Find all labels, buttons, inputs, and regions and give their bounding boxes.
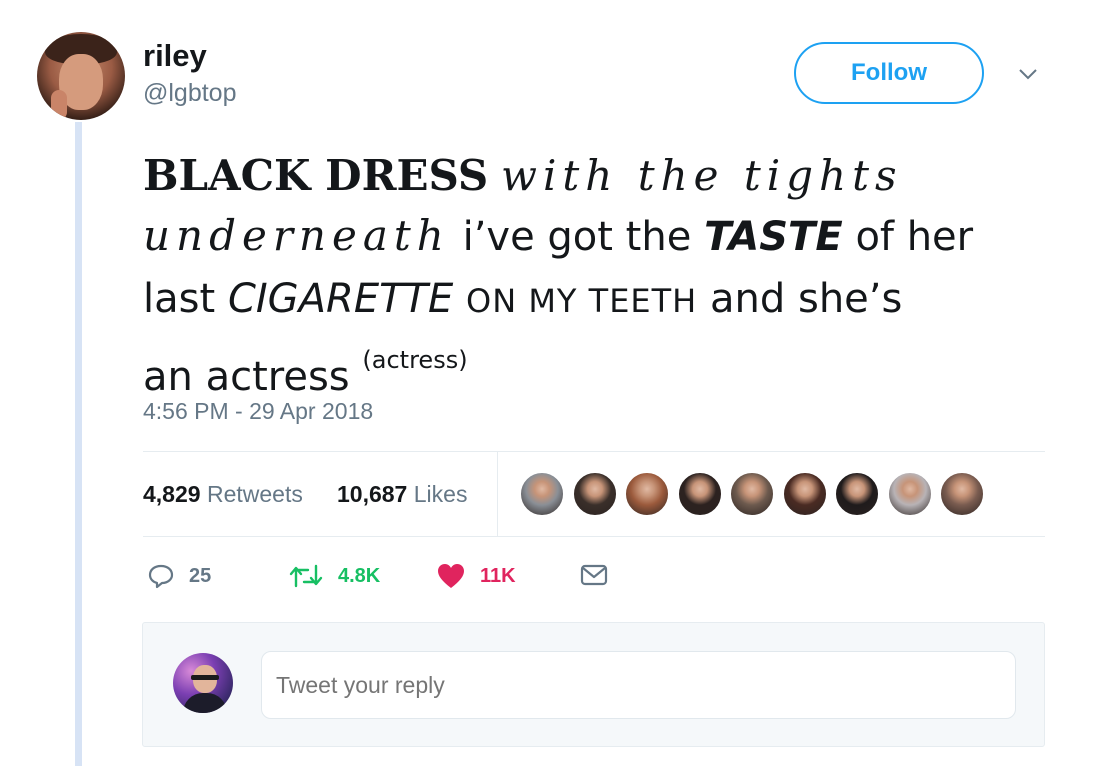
chevron-down-icon[interactable] [1016, 62, 1040, 86]
reply-icon [148, 564, 174, 589]
liker-avatar[interactable] [677, 472, 722, 516]
text-segment: TASTE [704, 214, 843, 260]
liker-avatar[interactable] [625, 472, 669, 516]
author-handle[interactable]: @lgbtop [143, 79, 237, 108]
liker-avatar[interactable] [782, 472, 827, 516]
author-display-name[interactable]: riley [143, 38, 207, 74]
divider [143, 451, 1045, 452]
retweet-button[interactable]: 4.8K [288, 562, 380, 590]
text-segment: underneath [143, 211, 450, 260]
retweets-count: 4,829 [143, 481, 201, 507]
liker-avatar[interactable] [520, 472, 564, 516]
like-count: 11K [480, 564, 516, 587]
divider [497, 452, 498, 536]
liker-avatar[interactable] [572, 472, 617, 516]
retweet-count: 4.8K [338, 564, 381, 587]
current-user-avatar[interactable] [173, 653, 233, 713]
text-segment: last [143, 276, 216, 322]
avatar-hand [51, 90, 67, 120]
retweet-icon [289, 564, 323, 588]
liker-avatar[interactable] [835, 472, 879, 516]
retweets-stat[interactable]: 4,829 Retweets [143, 481, 303, 508]
liker-avatar[interactable] [887, 472, 932, 516]
tweet-line-3: last CIGARETTE ON MY TEETH and she’s [143, 267, 1063, 331]
text-segment: of her [855, 214, 974, 260]
avatar-body [183, 693, 227, 713]
direct-message-button[interactable] [580, 562, 622, 588]
text-segment: with the tights [501, 151, 903, 200]
likes-label: Likes [413, 481, 468, 507]
heart-icon [438, 564, 464, 588]
liker-avatar[interactable] [730, 472, 774, 516]
tweet-timestamp[interactable]: 4:56 PM - 29 Apr 2018 [143, 398, 373, 425]
text-segment: BLACK DRESS [143, 151, 489, 200]
text-segment: ON MY TEETH [466, 282, 698, 320]
liker-avatar[interactable] [940, 472, 984, 516]
divider [143, 536, 1045, 537]
author-avatar[interactable] [37, 32, 125, 120]
reply-composer [142, 622, 1045, 747]
retweets-label: Retweets [206, 481, 303, 507]
text-segment: i’ve got the [462, 214, 692, 260]
follow-button[interactable]: Follow [794, 42, 984, 104]
text-segment: and she’s [710, 276, 903, 322]
thread-line [75, 122, 82, 766]
likes-stat[interactable]: 10,687 Likes [337, 481, 467, 508]
tweet-line-4: an actress (actress) [143, 331, 1063, 407]
tweet-text: BLACK DRESS with the tights underneath i… [143, 145, 1063, 407]
reply-input[interactable] [261, 651, 1016, 719]
reply-count: 25 [189, 564, 212, 587]
likes-count: 10,687 [337, 481, 408, 507]
text-segment: an actress [143, 354, 350, 400]
like-button[interactable]: 11K [436, 562, 516, 590]
tweet-line-2: underneath i’ve got the TASTE of her [143, 205, 1063, 267]
avatar-glasses [191, 675, 219, 680]
text-segment: (actress) [362, 346, 468, 374]
envelope-icon [580, 564, 608, 586]
tweet-line-1: BLACK DRESS with the tights [143, 145, 1063, 205]
reply-button[interactable]: 25 [147, 562, 211, 590]
likers-avatars [520, 472, 993, 518]
text-segment: CIGARETTE [227, 276, 454, 322]
